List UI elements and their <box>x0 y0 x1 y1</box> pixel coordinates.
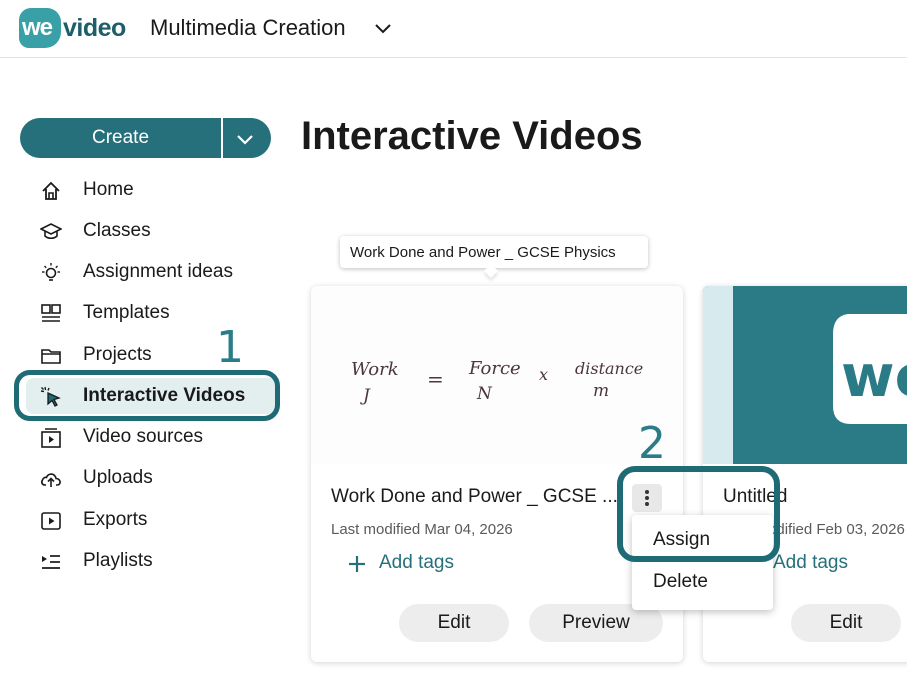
create-button[interactable]: Create <box>20 118 271 158</box>
sidebar-item-label: Exports <box>83 509 148 530</box>
cloud-upload-icon <box>41 473 61 487</box>
create-button-divider <box>221 118 223 158</box>
video-thumbnail[interactable]: Work J = Force N x distance m <box>311 286 683 464</box>
add-tags-label: Add tags <box>773 552 848 573</box>
highlight-ring-interactive-videos <box>14 370 280 421</box>
sidebar-item-label: Playlists <box>83 550 153 571</box>
menu-item-delete[interactable]: Delete <box>632 563 773 601</box>
create-dropdown-chevron-icon[interactable] <box>234 128 256 150</box>
wevideo-logo[interactable]: we video <box>19 8 127 50</box>
sidebar-item-label: Templates <box>83 302 170 323</box>
add-tags-label: Add tags <box>379 552 454 573</box>
thumb-text-work: Work <box>351 359 399 380</box>
edit-button[interactable]: Edit <box>399 604 509 642</box>
tooltip-arrow <box>483 263 499 279</box>
sidebar-item-uploads[interactable]: Uploads <box>26 460 278 496</box>
page-title: Interactive Videos <box>301 114 643 158</box>
thumb-text-equals: = <box>427 367 444 391</box>
thumb-text-force: Force <box>468 358 521 379</box>
top-header: we video Multimedia Creation <box>0 0 907 58</box>
video-thumbnail[interactable]: we <box>703 286 907 464</box>
sidebar-item-video-sources[interactable]: Video sources <box>26 419 278 455</box>
video-card-title[interactable]: Work Done and Power _ GCSE ... <box>331 486 621 508</box>
thumb-text-distance-unit: m <box>593 381 609 401</box>
sidebar-item-assignment-ideas[interactable]: Assignment ideas <box>26 254 278 290</box>
logo-video-text: video <box>63 14 126 42</box>
sidebar-item-label: Classes <box>83 220 151 241</box>
home-icon <box>42 181 60 200</box>
thumb-text-times: x <box>539 365 548 384</box>
plus-icon <box>349 556 365 572</box>
sidebar-item-label: Video sources <box>83 426 204 447</box>
thumb-logo-text: we <box>841 342 907 410</box>
templates-icon <box>41 304 61 322</box>
step-number-2: 2 <box>638 418 666 469</box>
graduation-cap-icon <box>40 223 62 240</box>
logo-we-text: we <box>22 14 53 41</box>
workspace-selector[interactable]: Multimedia Creation <box>150 15 346 41</box>
add-tags-button[interactable]: Add tags <box>347 551 487 577</box>
sidebar-item-label: Assignment ideas <box>83 261 233 282</box>
sidebar-item-label: Uploads <box>83 467 153 488</box>
thumb-text-force-unit: N <box>476 384 493 404</box>
whiteboard-equation-image: Work J = Force N x distance m <box>351 358 643 406</box>
sidebar-item-classes[interactable]: Classes <box>26 213 278 249</box>
menu-item-label: Delete <box>653 571 708 592</box>
sidebar-item-exports[interactable]: Exports <box>26 502 278 538</box>
sidebar-item-playlists[interactable]: Playlists <box>26 543 278 579</box>
thumb-text-work-unit: J <box>360 386 371 406</box>
video-card-date: Last modified Mar 04, 2026 <box>331 521 513 538</box>
highlight-ring-assign <box>617 466 780 562</box>
sidebar-item-home[interactable]: Home <box>26 172 278 208</box>
video-source-icon <box>41 428 61 448</box>
sidebar-item-label: Projects <box>83 344 152 365</box>
edit-button[interactable]: Edit <box>791 604 901 642</box>
sidebar-item-label: Home <box>83 179 134 200</box>
thumb-text-distance: distance <box>575 359 643 378</box>
step-number-1: 1 <box>216 322 244 373</box>
create-button-label: Create <box>91 127 150 148</box>
chevron-down-icon[interactable] <box>372 17 394 39</box>
playlist-icon <box>42 555 60 569</box>
folder-icon <box>41 349 61 364</box>
title-tooltip: Work Done and Power _ GCSE Physics <box>340 236 648 279</box>
tooltip-text: Work Done and Power _ GCSE Physics <box>350 244 616 261</box>
wevideo-logo-thumbnail: we <box>703 286 907 464</box>
lightbulb-icon <box>42 263 60 281</box>
export-play-icon <box>41 512 61 530</box>
